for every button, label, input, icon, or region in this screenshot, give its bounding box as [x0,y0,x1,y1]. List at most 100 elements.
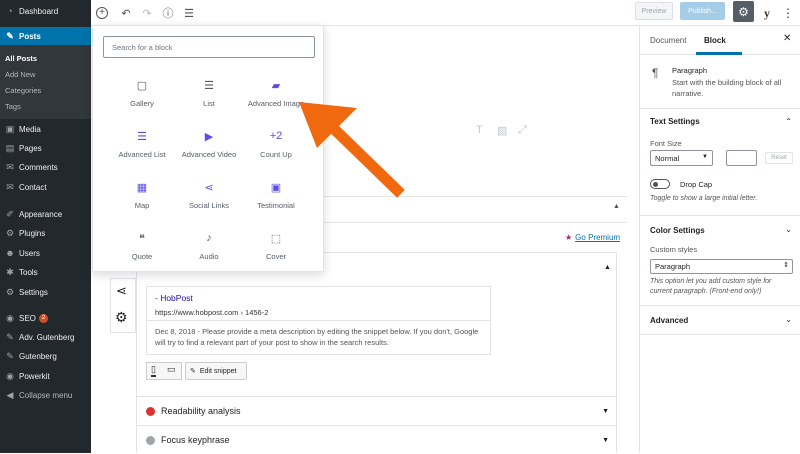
sidebar-item-label: SEO [19,313,36,323]
custom-styles-help: This option let you add custom style for… [650,278,772,295]
comment-icon: ✉ [6,161,14,172]
sidebar-item-comments[interactable]: ✉ Comments [0,158,91,176]
block-advanced-video[interactable]: ▶ Advanced Video [174,127,244,177]
gear-icon[interactable]: ⚙ [115,309,128,326]
publish-button[interactable]: Publish... [680,2,725,20]
redo-icon[interactable]: ↷ [138,4,156,22]
share-icon: ⋖ [204,181,214,194]
snippet-title[interactable]: - HobPost [155,293,193,303]
share-icon[interactable]: ⋖ [116,283,127,299]
sidebar-item-label: Gutenberg [19,351,57,361]
font-size-select[interactable]: Normal ▼ [650,150,713,166]
custom-font-size-input[interactable] [726,150,757,166]
notification-badge: 2 [38,313,49,323]
wrench-icon: ✱ [6,266,14,277]
sidebar-item-settings[interactable]: ⚙ Settings [0,283,91,301]
submenu-tags[interactable]: Tags [0,98,91,114]
tab-document[interactable]: Document [650,36,686,45]
plugin-icon: ⚙ [5,227,15,238]
divider [640,305,800,306]
advanced-heading[interactable]: Advanced [650,316,688,325]
close-icon[interactable]: ✕ [783,33,791,44]
chevron-up-icon[interactable]: ⌃ [785,117,792,126]
divider [640,108,800,109]
readability-accordion[interactable]: Readability analysis ▼ [136,396,617,425]
block-cover[interactable]: ⬚ Cover [241,229,311,279]
sidebar-item-pages[interactable]: ▤ Pages [0,139,91,157]
sidebar-item-adv-gutenberg[interactable]: ✎ Adv. Gutenberg [0,328,91,346]
sidebar-item-powerkit[interactable]: ◉ Powerkit [0,367,91,385]
more-options-icon[interactable]: ⋮ [779,4,797,22]
sidebar-item-label: Settings [19,287,48,297]
sidebar-item-label: Comments [19,162,58,172]
block-label: Advanced Video [181,150,237,159]
mobile-icon[interactable]: ▯ [151,364,156,377]
block-audio[interactable]: ♪ Audio [174,229,244,279]
block-label: Quote [131,252,153,261]
image-icon: ▧ [497,125,508,137]
panel-toggle-icon[interactable]: ▲ [613,203,620,210]
sidebar-item-gutenberg[interactable]: ✎ Gutenberg [0,347,91,365]
yoast-icon[interactable]: y [758,4,776,22]
preview-button[interactable]: Preview [635,2,673,20]
settings-icon: ⚙ [5,286,15,297]
collapse-menu[interactable]: ◀ Collapse menu [0,386,91,404]
sidebar-item-plugins[interactable]: ⚙ Plugins [0,224,91,242]
sidebar-item-dashboard[interactable]: ◔ Dashboard [0,2,91,20]
block-list[interactable]: ☰ List [174,76,244,126]
sidebar-item-contact[interactable]: ✉ Contact [0,178,91,196]
block-social-links[interactable]: ⋖ Social Links [174,178,244,228]
block-label: Audio [199,252,219,261]
add-block-icon[interactable]: + [96,7,108,19]
info-icon[interactable]: ⓘ [159,4,177,22]
reset-button[interactable]: Reset [765,152,793,164]
submenu-all-posts[interactable]: All Posts [0,50,91,66]
edit-snippet-button[interactable]: ✎ Edit snippet [185,362,247,380]
advanced-video-icon: ▶ [204,130,214,143]
block-gallery[interactable]: ▢ Gallery [107,76,177,126]
block-label: Advanced List [118,150,166,159]
collapse-icon[interactable]: ▲ [604,264,611,271]
sidebar-item-label: Powerkit [19,371,50,381]
submenu-add-new[interactable]: Add New [0,66,91,82]
chevron-down-icon[interactable]: ⌄ [785,315,792,324]
powerkit-icon: ◉ [6,370,14,381]
block-search-input[interactable]: Search for a block [103,36,315,58]
color-settings-heading[interactable]: Color Settings [650,226,705,235]
go-premium-link[interactable]: ★ Go Premium [565,233,620,242]
divider [640,215,800,216]
expand-icon: ⤢ [518,124,527,136]
users-icon: ☻ [5,248,15,258]
sidebar-item-appearance[interactable]: ✐ Appearance [0,205,91,223]
block-inserter-popover: Search for a block ▢ Gallery ☰ List ▰ Advan… [92,25,324,272]
block-advanced-list[interactable]: ☰ Advanced List [107,127,177,177]
block-name: Paragraph [672,66,708,75]
outline-icon[interactable]: ☰ [180,4,198,22]
snippet-description: Dec 8, 2018 - Please provide a meta desc… [155,327,479,347]
block-map[interactable]: ▦ Map [107,178,177,228]
pages-icon: ▤ [5,142,15,153]
chevron-down-icon[interactable]: ⌄ [785,225,792,234]
submenu-categories[interactable]: Categories [0,82,91,98]
sidebar-item-tools[interactable]: ✱ Tools [0,263,91,281]
mail-icon: ✉ [6,181,14,192]
snippet-preview: - HobPost https://www.hobpost.com › 1456… [146,286,491,355]
dashboard-icon: ◔ [7,6,13,16]
editor-toolbar: + ↶ ↷ ⓘ ☰ Preview Publish... ⚙ y ⋮ [91,0,800,26]
settings-gear-icon[interactable]: ⚙ [733,1,754,22]
desktop-icon[interactable]: ▭ [167,364,176,375]
collapse-icon: ◀ [6,389,14,400]
sidebar-item-posts[interactable]: ✎ Posts [0,27,91,45]
block-quote[interactable]: ❝ Quote [107,229,177,279]
undo-icon[interactable]: ↶ [117,4,135,22]
sidebar-item-media[interactable]: ▣ Media [0,120,91,138]
sidebar-item-users[interactable]: ☻ Users [0,244,91,262]
sidebar-item-seo[interactable]: ◉ SEO 2 [0,309,91,327]
drop-cap-toggle[interactable] [650,179,670,189]
tab-block[interactable]: Block [704,36,726,45]
block-description: Start with the building block of all nar… [672,78,782,98]
text-settings-heading[interactable]: Text Settings [650,117,700,126]
custom-styles-select[interactable]: Paragraph ⇕ [650,259,793,274]
focus-keyphrase-accordion[interactable]: Focus keyphrase ▼ [136,425,617,454]
quote-icon: ❝ [139,232,145,245]
